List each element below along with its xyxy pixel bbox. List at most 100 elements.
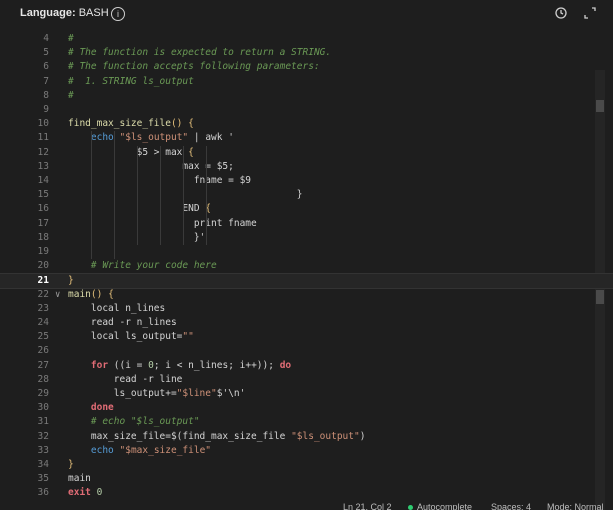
line-number: 27 (37, 359, 49, 371)
expand-icon[interactable] (583, 6, 597, 24)
code-text: max_size_file=$(find_max_size_file "$ls_… (68, 430, 366, 442)
code-text: read -r line (68, 373, 183, 385)
code-text: $5 > max { (68, 146, 194, 158)
line-number: 13 (37, 160, 49, 172)
code-text: max = $5; (68, 160, 234, 172)
autocomplete-toggle[interactable]: Autocomplete (408, 502, 472, 510)
code-line[interactable]: 5 # The function is expected to return a … (0, 46, 613, 60)
code-text: echo "$ls_output" | awk ' (90, 132, 234, 144)
code-line[interactable]: 32 max_size_file=$(find_max_size_file "$… (0, 430, 613, 444)
line-number: 11 (37, 132, 49, 144)
code-text: # echo "$ls_output" (68, 416, 200, 428)
code-line[interactable]: 20 # Write your code here (0, 259, 613, 273)
line-number: 14 (37, 175, 49, 186)
line-number: 26 (37, 345, 49, 357)
code-editor[interactable]: 4 #5 # The function is expected to return … (0, 30, 613, 510)
line-number: 18 (37, 231, 49, 243)
code-text: for ((i = 0; i < n_lines; i++)); do (90, 359, 292, 371)
code-text: find_max_size_file() { (68, 118, 194, 130)
line-number: 25 (37, 331, 49, 343)
line-number: 8 (43, 89, 49, 101)
line-number: 30 (37, 402, 49, 414)
code-text: main (68, 473, 91, 485)
code-text: read -r n_lines (68, 317, 177, 328)
code-line[interactable]: 9 (0, 103, 613, 117)
indent-guide (183, 145, 184, 245)
code-text: local ls_output="" (68, 331, 194, 343)
code-text: exit 0 (68, 487, 103, 499)
line-number: 17 (37, 217, 49, 229)
code-line[interactable]: 10 find_max_size_file() { (0, 117, 613, 131)
line-number: 10 (37, 118, 49, 130)
code-text: END { (68, 203, 212, 215)
line-number: 19 (37, 246, 49, 257)
code-line[interactable]: 33 echo "$max_size_file" (0, 444, 613, 458)
line-number: 36 (37, 487, 49, 499)
indent-guide (206, 145, 207, 245)
line-number: 7 (43, 75, 49, 87)
code-text: # 1. STRING ls_output (68, 75, 194, 87)
code-line[interactable]: 34} (0, 458, 613, 472)
code-line[interactable]: 26 (0, 344, 613, 358)
line-number: 9 (43, 104, 49, 115)
code-text: local n_lines (68, 302, 166, 314)
code-text: } (68, 189, 303, 201)
line-number: 6 (43, 61, 49, 73)
code-text: } (68, 275, 74, 287)
code-line[interactable]: 8 # (0, 89, 613, 103)
code-text: echo "$max_size_file" (90, 444, 212, 456)
line-number: 15 (37, 189, 49, 201)
fold-chevron-icon[interactable]: ∨ (55, 288, 60, 302)
cursor-position: Ln 21, Col 2 (343, 502, 392, 510)
language-value: BASH (78, 7, 109, 19)
code-line[interactable]: 35 main (0, 472, 613, 486)
line-number: 33 (37, 444, 49, 456)
language-selector[interactable]: Language: BASH (20, 7, 109, 19)
code-line[interactable]: 28 read -r line (0, 373, 613, 387)
history-icon[interactable] (554, 6, 568, 24)
line-number: 31 (37, 416, 49, 428)
code-text: # (68, 89, 74, 101)
code-text: main() { (68, 288, 114, 300)
code-line[interactable]: 6 # The function accepts following parame… (0, 60, 613, 74)
line-number: 4 (43, 33, 49, 44)
spaces-setting[interactable]: Spaces: 4 (491, 502, 531, 510)
code-text: # The function is expected to return a S… (68, 47, 332, 59)
code-line[interactable]: 31 # echo "$ls_output" (0, 415, 613, 429)
editor-header: Language: BASH i (0, 0, 613, 31)
line-number: 20 (37, 260, 49, 272)
info-icon[interactable]: i (111, 7, 125, 21)
code-text: # (68, 33, 74, 44)
line-number: 24 (37, 317, 49, 328)
code-text: } (68, 459, 74, 470)
line-number: 21 (37, 275, 49, 287)
line-number: 34 (37, 459, 49, 470)
line-number: 16 (37, 203, 49, 215)
code-line[interactable]: 27 for ((i = 0; i < n_lines; i++)); do (0, 359, 613, 373)
line-number: 28 (37, 373, 49, 385)
status-dot-icon (408, 505, 413, 510)
indent-guide (91, 131, 92, 260)
line-number: 35 (37, 473, 49, 485)
code-text: # The function accepts following paramet… (68, 61, 320, 73)
indent-guide (137, 145, 138, 245)
code-line[interactable]: 30 done (0, 401, 613, 415)
code-line[interactable]: 24 read -r n_lines (0, 316, 613, 330)
line-number: 12 (37, 146, 49, 158)
code-line[interactable]: 22 ∨ main() { (0, 288, 613, 302)
code-text: done (90, 402, 114, 414)
language-prefix: Language: (20, 7, 76, 19)
code-line[interactable]: 36 exit 0 (0, 486, 613, 500)
line-number: 29 (37, 388, 49, 399)
editor-mode[interactable]: Mode: Normal (547, 502, 604, 510)
code-text: ls_output+="$line"$'\n' (68, 388, 246, 399)
code-line[interactable]: 7 # 1. STRING ls_output (0, 75, 613, 89)
line-number: 23 (37, 302, 49, 314)
code-line[interactable]: 29 ls_output+="$line"$'\n' (0, 387, 613, 401)
code-text: # Write your code here (68, 260, 217, 272)
code-line[interactable]: 4 # (0, 32, 613, 46)
code-line[interactable]: 23 local n_lines (0, 302, 613, 316)
code-line[interactable]: 25 local ls_output="" (0, 330, 613, 344)
code-text: print fname (68, 217, 257, 229)
line-number: 22 (37, 288, 49, 300)
